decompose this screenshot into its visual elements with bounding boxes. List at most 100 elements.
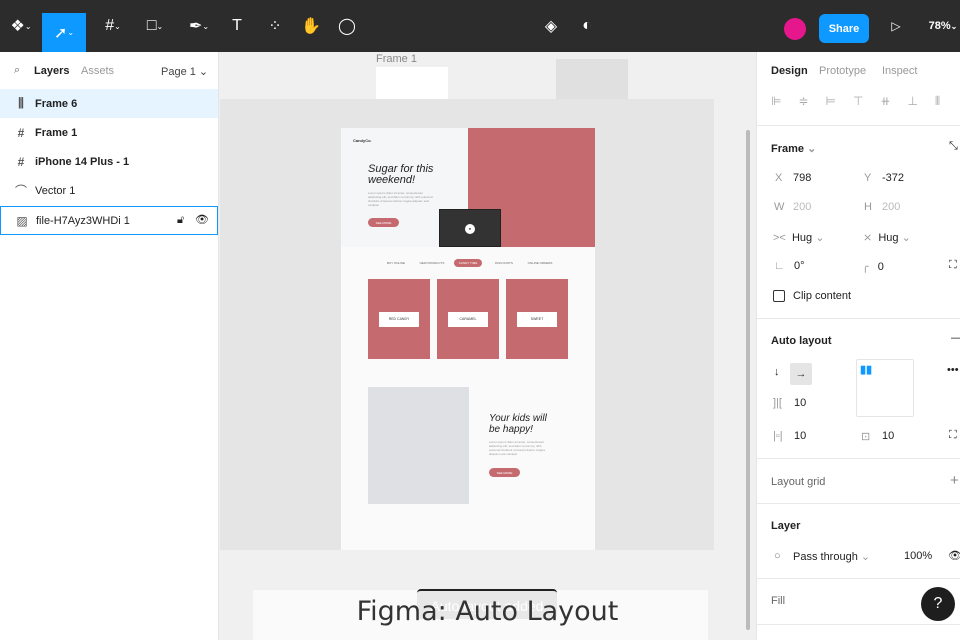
frame-1[interactable] <box>376 67 448 99</box>
padding-v-input[interactable]: 10 <box>882 430 894 442</box>
card-label: SWEET <box>517 312 557 327</box>
add-layout-grid-icon[interactable]: + <box>950 472 959 489</box>
eye-icon[interactable]: 👁︎ <box>195 213 209 226</box>
x-input[interactable]: 798 <box>793 172 811 184</box>
align-left-icon[interactable]: ⊫ <box>771 94 781 109</box>
w-input[interactable]: 200 <box>793 201 811 213</box>
y-input[interactable]: -372 <box>882 172 904 184</box>
nav-item[interactable]: BUY ONLINE <box>382 261 410 265</box>
nav-item[interactable]: DISCOUNTS <box>490 261 518 265</box>
tab-design[interactable]: Design <box>771 65 808 77</box>
layer-item[interactable]: # Frame 1 <box>0 118 218 147</box>
opacity-input[interactable]: 100% <box>904 550 932 562</box>
blend-mode: Pass through <box>793 551 858 563</box>
alignment-top-left-icon: ▮▮ <box>860 364 873 376</box>
rotation-input[interactable]: ∟ 0° <box>774 260 804 272</box>
layer-name: Frame 6 <box>35 97 78 110</box>
hug-width: Hug <box>791 232 813 244</box>
hug-width-dropdown[interactable]: >< Hug ⌄ <box>773 231 824 244</box>
resize-to-fit-icon[interactable]: ⤡ <box>949 140 958 153</box>
resources-icon[interactable]: ⁘ <box>264 13 286 39</box>
tab-prototype[interactable]: Prototype <box>819 65 866 77</box>
product-card[interactable]: CARAMEL <box>437 279 499 359</box>
padding-h-icon: |▫| <box>773 430 783 442</box>
layer-name: Vector 1 <box>35 184 76 197</box>
hug-height: Hug <box>878 232 899 244</box>
hand-tool-icon[interactable]: ✋ <box>300 13 322 39</box>
layer-item[interactable]: ⫼ Frame 6 <box>0 89 218 118</box>
individual-padding-icon[interactable]: ⛶ <box>949 429 957 442</box>
distribute-icon[interactable]: ⫴ <box>935 94 940 109</box>
align-top-icon[interactable]: ⊤ <box>853 94 863 109</box>
auto-layout-heading: Auto layout <box>771 335 832 347</box>
frame-label: Frame <box>771 143 805 155</box>
tab-layers[interactable]: Layers <box>34 65 69 77</box>
spacing-input[interactable]: 10 <box>794 397 806 409</box>
move-tool-icon[interactable]: ➚ ⌄ <box>42 13 86 52</box>
visibility-eye-icon[interactable]: 👁︎ <box>948 549 960 562</box>
iphone-frame[interactable] <box>556 59 628 99</box>
layer-item[interactable]: ▨ file-H7Ayz3WHDi 1 🔓︎ 👁︎ <box>0 206 218 235</box>
frame-tool-icon[interactable]: # ⌄ <box>96 13 130 39</box>
rotation-value: 0° <box>793 260 805 272</box>
layout-grid-heading: Layout grid <box>771 476 826 488</box>
search-icon[interactable]: ⌕ <box>14 64 20 77</box>
tab-inspect[interactable]: Inspect <box>882 65 917 77</box>
page-selector[interactable]: Page 1 ⌄ <box>161 65 208 78</box>
direction-horizontal-icon[interactable]: → <box>790 363 812 385</box>
align-right-icon[interactable]: ⊨ <box>826 94 836 109</box>
align-bottom-icon[interactable]: ⊥ <box>907 94 917 109</box>
frame-dropdown[interactable]: Frame ⌄ <box>771 142 816 155</box>
canvas[interactable]: Frame 1 CandyCo. Sugar for this weekend!… <box>219 52 756 640</box>
product-card[interactable]: SWEET <box>506 279 568 359</box>
align-toolbar: ⊫ ≑ ⊨ ⊤ ⧺ ⊥ ⫴ <box>771 94 940 109</box>
caption: Figma: Auto Layout <box>356 596 619 627</box>
website-mockup[interactable]: CandyCo. Sugar for this weekend! Lorem i… <box>341 128 595 550</box>
w-label: W <box>774 201 785 213</box>
remove-auto-layout-icon[interactable]: — <box>951 332 960 344</box>
radius-input[interactable]: ╭ 0 <box>862 260 884 273</box>
padding-h-input[interactable]: 10 <box>794 430 806 442</box>
avatar[interactable] <box>784 18 806 40</box>
align-center-v-icon[interactable]: ⧺ <box>880 94 890 109</box>
align-center-h-icon[interactable]: ≑ <box>798 94 808 109</box>
figma-menu-icon[interactable]: ❖ ⌄ <box>6 13 36 39</box>
independent-corners-icon[interactable]: ⛶ <box>949 259 957 272</box>
contrast-icon[interactable]: ◐ <box>576 13 598 39</box>
unlock-icon[interactable]: 🔓︎ <box>177 214 184 227</box>
share-button[interactable]: Share <box>819 14 869 43</box>
layer-item[interactable]: # iPhone 14 Plus - 1 <box>0 147 218 176</box>
components-icon[interactable]: ◈ <box>540 13 562 39</box>
layer-item[interactable]: ⌒ Vector 1 <box>0 176 218 205</box>
text-tool-icon[interactable]: T <box>226 13 248 39</box>
see-more-button[interactable]: SEE MORE <box>489 468 520 477</box>
zoom-value: 78% <box>928 20 951 32</box>
pen-tool-icon[interactable]: ✒ ⌄ <box>182 13 216 39</box>
nav-item-active[interactable]: CANDY TIME <box>454 259 482 267</box>
alignment-grid[interactable]: ▮▮ <box>856 359 914 417</box>
frame-label: Frame 1 <box>376 53 417 65</box>
scrollbar[interactable] <box>746 130 750 630</box>
video-player[interactable]: ● <box>439 209 501 247</box>
product-card[interactable]: RED CANDY <box>368 279 430 359</box>
nav-item[interactable]: ONLINE ORDERS <box>526 261 554 265</box>
comment-tool-icon[interactable]: ◯ <box>336 13 358 39</box>
h-input[interactable]: 200 <box>882 201 900 213</box>
radius-icon: ╭ <box>862 261 869 273</box>
kids-text: Lorem ipsum dolor sit amet, consectetuer… <box>489 440 545 456</box>
tab-assets[interactable]: Assets <box>81 65 114 77</box>
clip-content-checkbox[interactable] <box>773 290 785 302</box>
hug-height-dropdown[interactable]: ⨯ Hug ⌄ <box>863 231 911 244</box>
more-options-icon[interactable]: ••• <box>947 364 959 376</box>
nav-item[interactable]: NEW PRODUCTS <box>418 261 446 265</box>
shape-tool-icon[interactable]: □ ⌄ <box>138 13 172 39</box>
zoom-level[interactable]: 78% ⌄ <box>926 13 960 39</box>
help-button[interactable]: ? <box>921 587 955 621</box>
play-icon[interactable]: ● <box>465 224 475 234</box>
card-label: CARAMEL <box>448 312 488 327</box>
direction-vertical-icon[interactable]: ↓ <box>774 366 780 378</box>
present-icon[interactable]: ▷ <box>886 13 906 39</box>
blend-mode-dropdown[interactable]: Pass through ⌄ <box>793 550 870 563</box>
see-more-button[interactable]: SEE MORE <box>368 218 399 227</box>
x-label: X <box>775 172 783 184</box>
